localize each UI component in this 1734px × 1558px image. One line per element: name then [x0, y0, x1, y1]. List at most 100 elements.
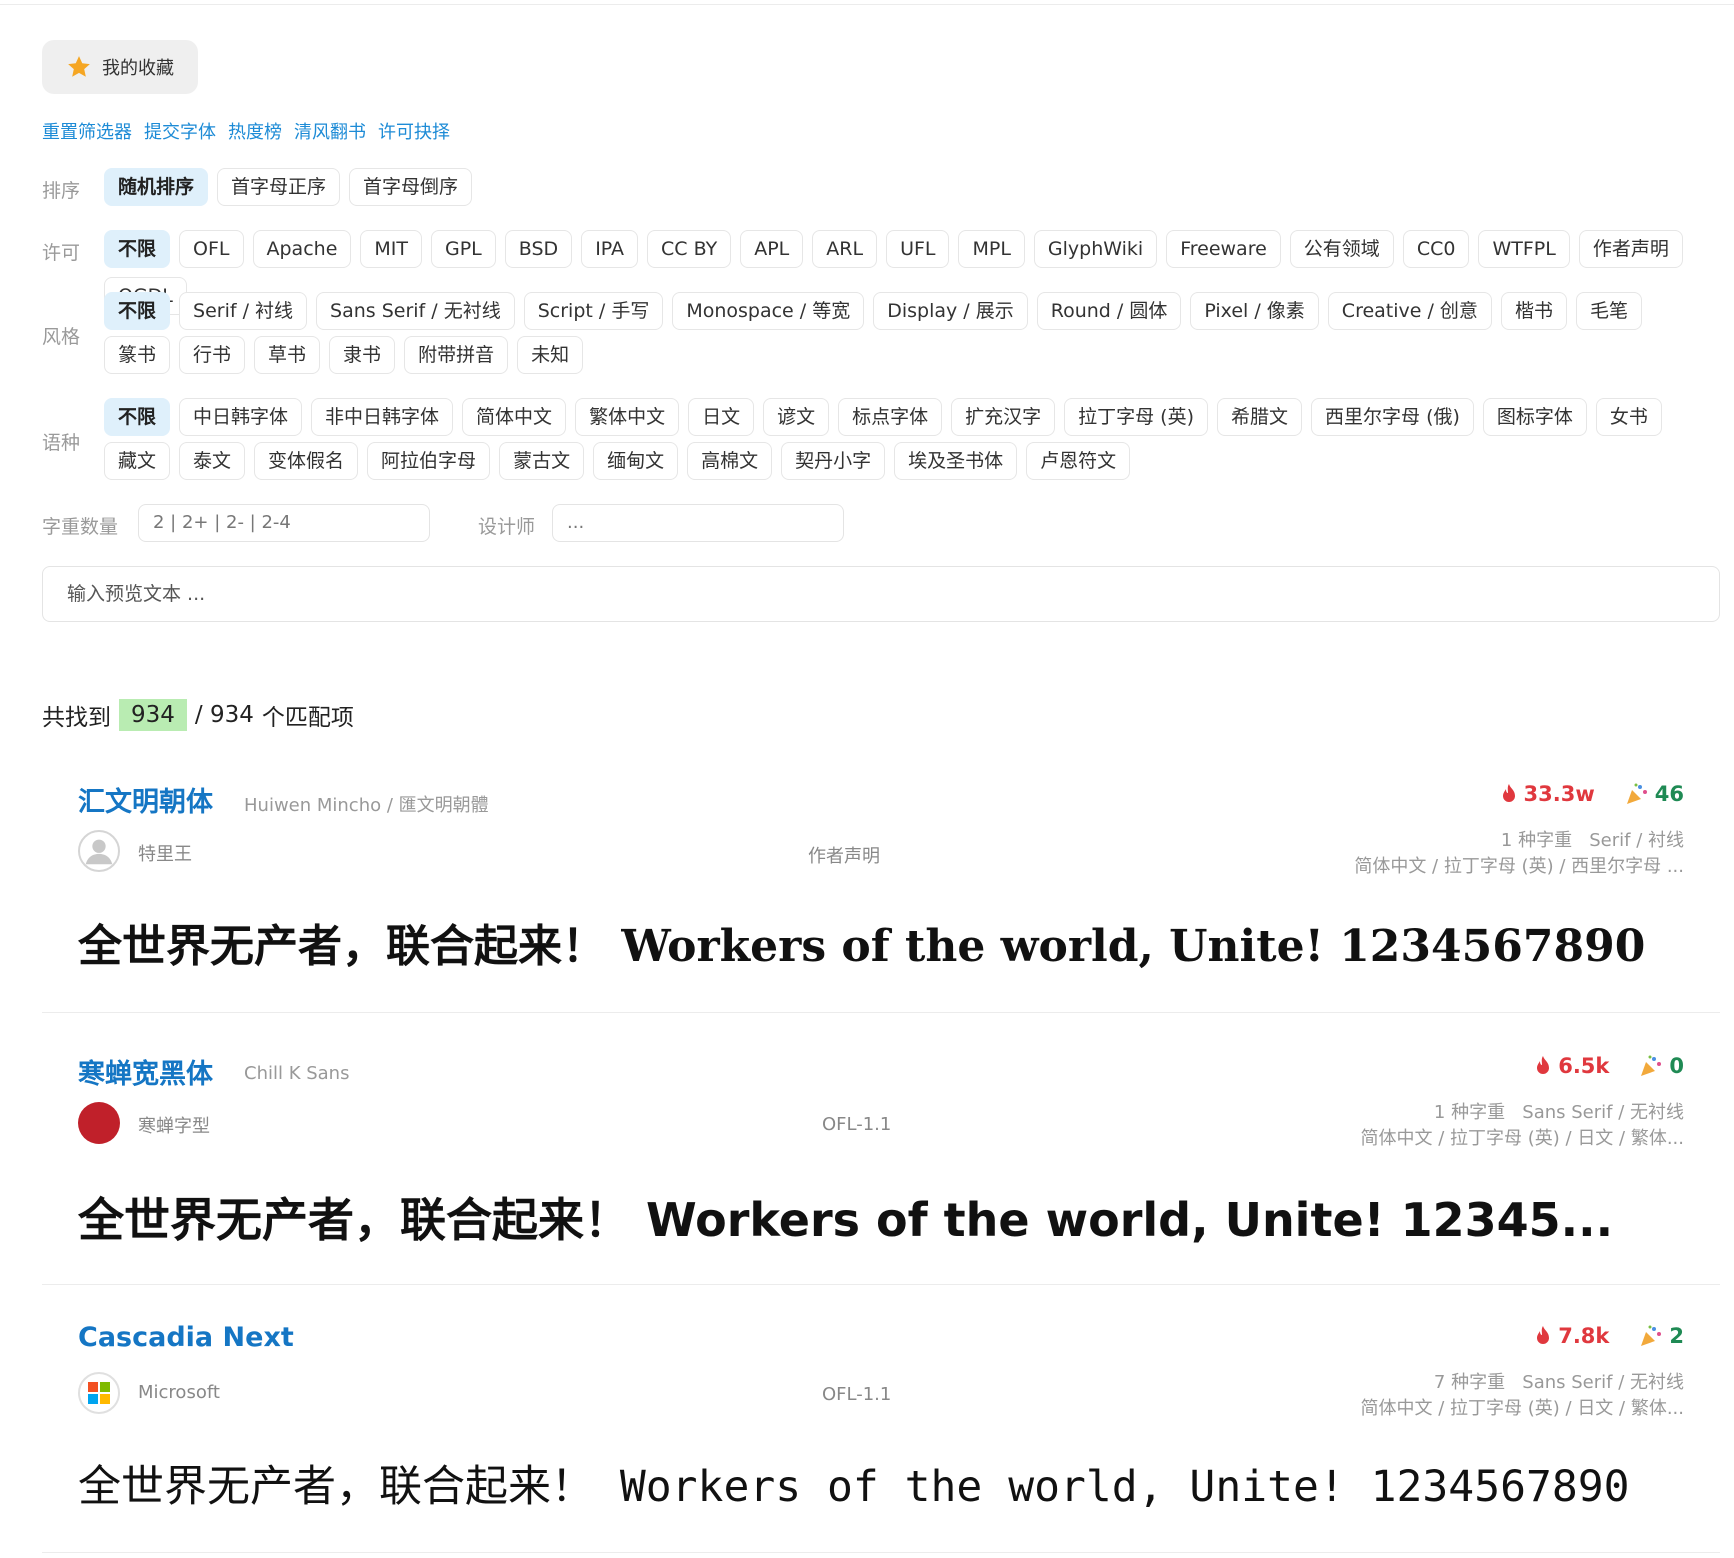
- microsoft-logo-icon: [88, 1382, 110, 1404]
- link-hot-list[interactable]: 热度榜: [228, 118, 282, 144]
- license-option[interactable]: Apache: [252, 230, 352, 268]
- language-option[interactable]: 缅甸文: [593, 442, 679, 480]
- heat-count: 6.5k: [1558, 1054, 1610, 1078]
- license-option[interactable]: UFL: [886, 230, 950, 268]
- language-option[interactable]: 埃及圣书体: [894, 442, 1018, 480]
- language-option[interactable]: 变体假名: [254, 442, 359, 480]
- language-option[interactable]: 藏文: [104, 442, 171, 480]
- link-license-choice[interactable]: 许可抉择: [378, 118, 450, 144]
- sort-desc[interactable]: 首字母倒序: [349, 168, 473, 206]
- style-option[interactable]: 楷书: [1500, 292, 1567, 330]
- license-option[interactable]: WTFPL: [1478, 230, 1570, 268]
- language-option[interactable]: 简体中文: [462, 398, 567, 436]
- style-option[interactable]: 不限: [104, 292, 171, 330]
- language-option[interactable]: 中日韩字体: [179, 398, 303, 436]
- vote-stat[interactable]: 2: [1639, 1324, 1684, 1348]
- link-qingfeng[interactable]: 清风翻书: [294, 118, 366, 144]
- license-option[interactable]: GPL: [431, 230, 496, 268]
- license-option[interactable]: OFL: [179, 230, 244, 268]
- language-option[interactable]: 图标字体: [1482, 398, 1587, 436]
- license-option[interactable]: Freeware: [1166, 230, 1281, 268]
- party-popper-icon: [1641, 1055, 1662, 1076]
- license-option[interactable]: MPL: [958, 230, 1025, 268]
- license-option[interactable]: ARL: [812, 230, 878, 268]
- style-option[interactable]: 附带拼音: [404, 336, 509, 374]
- vote-stat[interactable]: 46: [1625, 782, 1684, 806]
- designer-input[interactable]: ...: [552, 504, 844, 542]
- language-option[interactable]: 契丹小字: [781, 442, 886, 480]
- font-name[interactable]: Cascadia Next: [78, 1322, 294, 1353]
- language-option[interactable]: 繁体中文: [575, 398, 680, 436]
- font-name[interactable]: 汇文明朝体: [78, 780, 213, 819]
- style-option[interactable]: 草书: [254, 336, 321, 374]
- font-license: OFL-1.1: [822, 1114, 892, 1135]
- style-option[interactable]: Script / 手写: [523, 292, 664, 330]
- style-option[interactable]: 篆书: [104, 336, 171, 374]
- style-option[interactable]: Monospace / 等宽: [672, 292, 865, 330]
- vote-stat[interactable]: 0: [1639, 1054, 1684, 1078]
- style-option[interactable]: 未知: [517, 336, 584, 374]
- license-option[interactable]: MIT: [360, 230, 422, 268]
- preview-text-input[interactable]: 输入预览文本 ...: [42, 566, 1720, 622]
- style-option[interactable]: 隶书: [329, 336, 396, 374]
- heat-stat: 6.5k: [1534, 1054, 1609, 1078]
- style-option[interactable]: 毛笔: [1575, 292, 1642, 330]
- language-option[interactable]: 日文: [688, 398, 755, 436]
- language-option[interactable]: 标点字体: [838, 398, 943, 436]
- language-option[interactable]: 谚文: [763, 398, 830, 436]
- font-stats: 6.5k 0: [1534, 1054, 1684, 1078]
- language-option[interactable]: 不限: [104, 398, 171, 436]
- license-option[interactable]: GlyphWiki: [1033, 230, 1158, 268]
- font-preview-sample: 全世界无产者，联合起来！ Workers of the world, Unite…: [78, 1462, 1630, 1512]
- favorites-label: 我的收藏: [102, 58, 174, 79]
- language-option[interactable]: 阿拉伯字母: [367, 442, 491, 480]
- font-card[interactable]: 寒蝉宽黑体 Chill K Sans 寒蝉字型 OFL-1.1 6.5k 0 1…: [42, 1052, 1720, 1285]
- heat-count: 7.8k: [1558, 1324, 1610, 1348]
- language-option[interactable]: 希腊文: [1217, 398, 1303, 436]
- license-option[interactable]: 不限: [104, 230, 171, 268]
- font-alias: Chill K Sans: [244, 1063, 350, 1084]
- license-option[interactable]: BSD: [504, 230, 573, 268]
- flame-icon: [1502, 784, 1515, 802]
- link-submit-font[interactable]: 提交字体: [144, 118, 216, 144]
- font-card[interactable]: Cascadia Next Microsoft OFL-1.1 7.8k 2 7…: [42, 1322, 1720, 1553]
- sort-random[interactable]: 随机排序: [104, 168, 209, 206]
- language-option[interactable]: 女书: [1595, 398, 1662, 436]
- language-option[interactable]: 西里尔字母 (俄): [1311, 398, 1474, 436]
- link-reset-filters[interactable]: 重置筛选器: [42, 118, 132, 144]
- style-option[interactable]: 行书: [179, 336, 246, 374]
- language-option[interactable]: 扩充汉字: [951, 398, 1056, 436]
- vote-count: 46: [1654, 782, 1684, 806]
- language-options: 不限 中日韩字体 非中日韩字体 简体中文 繁体中文 日文 谚文 标点字体 扩充汉…: [104, 398, 1714, 480]
- author-name[interactable]: 特里王: [138, 840, 192, 866]
- license-option[interactable]: 作者声明: [1578, 230, 1683, 268]
- style-option[interactable]: Round / 圆体: [1036, 292, 1182, 330]
- font-alias: Huiwen Mincho / 匯文明朝體: [244, 795, 489, 816]
- font-stats: 7.8k 2: [1534, 1324, 1684, 1348]
- font-license: 作者声明: [808, 846, 880, 867]
- license-option[interactable]: CC BY: [647, 230, 732, 268]
- font-card[interactable]: 汇文明朝体 Huiwen Mincho / 匯文明朝體 特里王 作者声明 33.…: [42, 780, 1720, 1013]
- style-option[interactable]: Pixel / 像素: [1190, 292, 1319, 330]
- weight-count-input[interactable]: 2 | 2+ | 2- | 2-4: [138, 504, 430, 542]
- style-option[interactable]: Display / 展示: [873, 292, 1028, 330]
- language-option[interactable]: 非中日韩字体: [311, 398, 454, 436]
- license-option[interactable]: APL: [740, 230, 804, 268]
- style-option[interactable]: Serif / 衬线: [179, 292, 308, 330]
- sort-asc[interactable]: 首字母正序: [217, 168, 341, 206]
- font-name[interactable]: 寒蝉宽黑体: [78, 1052, 213, 1091]
- style-tag: Sans Serif / 无衬线: [1522, 1102, 1684, 1123]
- author-name[interactable]: 寒蝉字型: [138, 1112, 210, 1138]
- language-option[interactable]: 卢恩符文: [1026, 442, 1131, 480]
- language-option[interactable]: 拉丁字母 (英): [1064, 398, 1209, 436]
- license-option[interactable]: 公有领域: [1289, 230, 1394, 268]
- license-option[interactable]: IPA: [581, 230, 639, 268]
- style-option[interactable]: Sans Serif / 无衬线: [316, 292, 515, 330]
- style-option[interactable]: Creative / 创意: [1327, 292, 1492, 330]
- language-option[interactable]: 泰文: [179, 442, 246, 480]
- language-option[interactable]: 蒙古文: [499, 442, 585, 480]
- author-name[interactable]: Microsoft: [138, 1382, 220, 1403]
- language-option[interactable]: 高棉文: [687, 442, 773, 480]
- license-option[interactable]: CC0: [1402, 230, 1470, 268]
- favorites-button[interactable]: 我的收藏: [42, 40, 198, 94]
